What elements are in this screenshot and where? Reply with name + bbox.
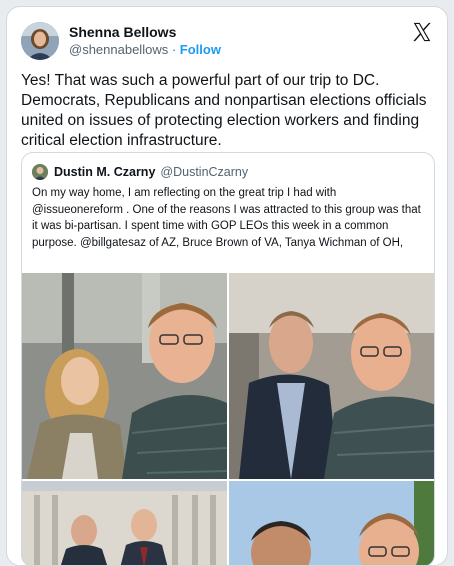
author-handle-row: @shennabellows · Follow <box>69 41 221 59</box>
photo-grid <box>22 273 434 565</box>
photo-4-image <box>229 481 434 565</box>
photo-3[interactable] <box>22 481 227 565</box>
author-avatar[interactable] <box>21 22 59 60</box>
quoted-author: Dustin M. Czarny @DustinCzarny <box>32 163 248 181</box>
photo-3-image <box>22 481 227 565</box>
handle-separator: · <box>171 42 177 57</box>
author-display-name[interactable]: Shenna Bellows <box>69 23 221 41</box>
photo-1[interactable] <box>22 273 227 479</box>
author-handle[interactable]: @shennabellows <box>69 42 168 57</box>
photo-2-image <box>229 273 434 479</box>
author-names: Shenna Bellows @shennabellows · Follow <box>69 23 221 59</box>
follow-link[interactable]: Follow <box>180 42 221 57</box>
quoted-display-name[interactable]: Dustin M. Czarny <box>54 165 155 179</box>
tweet-author: Shenna Bellows @shennabellows · Follow <box>21 19 221 63</box>
photo-1-image <box>22 273 227 479</box>
photo-2[interactable] <box>229 273 434 479</box>
author-avatar-image <box>21 22 59 60</box>
photo-4[interactable] <box>229 481 434 565</box>
quoted-tweet[interactable]: Dustin M. Czarny @DustinCzarny On my way… <box>21 152 435 565</box>
quoted-text: On my way home, I am reflecting on the g… <box>32 187 421 249</box>
x-logo-icon[interactable] <box>411 21 433 43</box>
tweet-card: Shenna Bellows @shennabellows · Follow Y… <box>6 6 448 566</box>
tweet-text: Yes! That was such a powerful part of ou… <box>21 72 427 149</box>
quoted-avatar-image <box>32 164 48 180</box>
quoted-handle[interactable]: @DustinCzarny <box>160 165 248 179</box>
quoted-avatar[interactable] <box>32 164 48 180</box>
